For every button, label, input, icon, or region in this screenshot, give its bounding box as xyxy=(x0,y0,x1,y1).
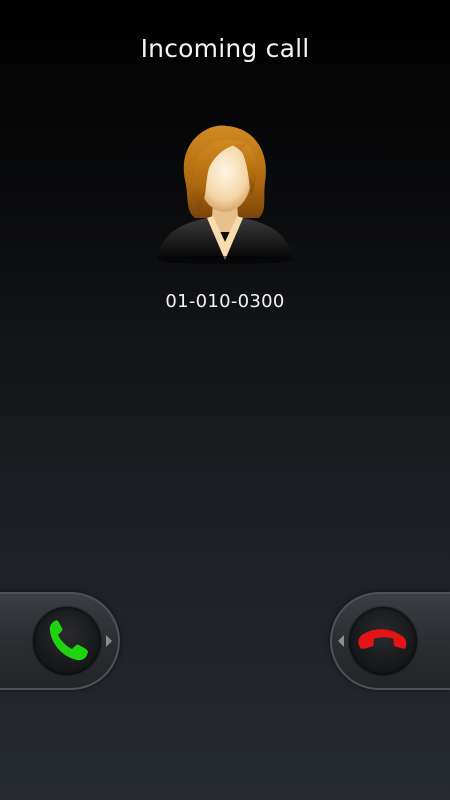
arrow-left-icon xyxy=(338,635,344,647)
decline-slider-tab[interactable] xyxy=(330,592,450,690)
phone-decline-icon xyxy=(358,629,407,649)
arrow-right-icon xyxy=(106,635,112,647)
incoming-call-screen: Incoming call 01-010-0300 xyxy=(0,0,450,800)
phone-answer-icon xyxy=(49,620,88,661)
caller-number: 01-010-0300 xyxy=(165,291,285,312)
answer-button[interactable] xyxy=(33,607,101,675)
decline-button[interactable] xyxy=(349,607,417,675)
female-avatar-icon xyxy=(157,125,293,264)
screen-title: Incoming call xyxy=(140,34,310,63)
answer-slider-tab[interactable] xyxy=(0,592,120,690)
contact-avatar xyxy=(155,120,295,265)
